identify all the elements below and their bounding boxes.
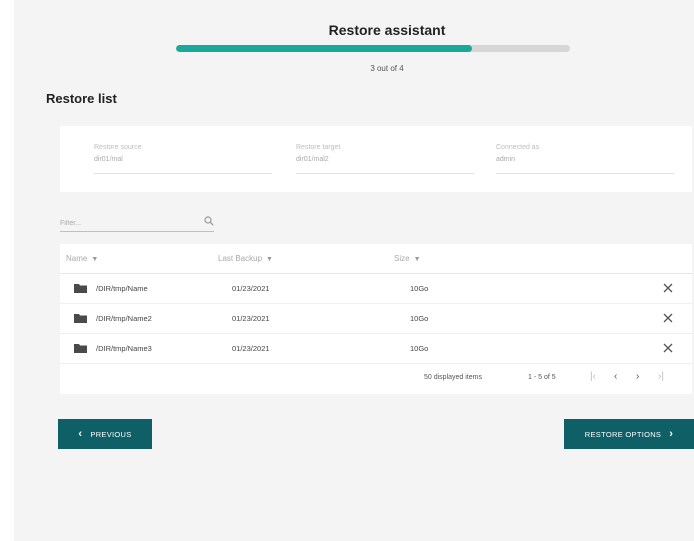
close-icon[interactable] (662, 282, 674, 294)
row-size: 10Go (410, 344, 429, 353)
table-row[interactable]: /DIR/tmp/Name2 01/23/2021 10Go (60, 304, 692, 334)
page-range: 1 - 5 of 5 (528, 374, 556, 381)
restore-source-value: dir01/mal (94, 156, 123, 163)
sort-arrow-icon: ▼ (91, 256, 99, 263)
progress-fill (176, 45, 472, 52)
next-page-icon[interactable]: › (636, 371, 639, 382)
previous-button[interactable]: ‹ PREVIOUS (58, 419, 152, 449)
column-header-size[interactable]: Size ▼ (394, 254, 421, 263)
wizard-header: Restore assistant 3 out of 4 (14, 0, 694, 80)
displayed-items-count: 50 displayed items (424, 374, 482, 381)
prev-page-icon[interactable]: ‹ (614, 371, 617, 382)
restore-target-value: dir01/mal2 (296, 156, 329, 163)
restore-source-label: Restore source (94, 144, 142, 151)
restore-target-field[interactable]: Restore target dir01/mal2 (296, 144, 474, 174)
row-last-backup: 01/23/2021 (232, 344, 270, 353)
pagination: 50 displayed items 1 - 5 of 5 |‹ ‹ › ›| (60, 364, 692, 394)
connected-as-value: admin (496, 156, 516, 163)
restore-target-label: Restore target (296, 144, 341, 151)
column-last-backup-label: Last Backup (218, 254, 263, 263)
row-name: /DIR/tmp/Name3 (96, 344, 152, 353)
progress-bar (176, 45, 570, 52)
section-title: Restore list (46, 91, 117, 106)
restore-options-button[interactable]: RESTORE OPTIONS › (564, 419, 694, 449)
filter-input[interactable] (60, 214, 190, 227)
step-indicator: 3 out of 4 (370, 64, 404, 73)
restore-table: Name ▼ Last Backup ▼ Size ▼ /DIR/tmp/Name 0… (60, 244, 692, 394)
folder-icon (74, 284, 87, 293)
folder-icon (74, 344, 87, 353)
last-page-icon[interactable]: ›| (658, 371, 664, 382)
folder-icon (74, 314, 87, 323)
filter-box (60, 212, 214, 232)
column-header-last-backup[interactable]: Last Backup ▼ (218, 254, 273, 263)
table-row[interactable]: /DIR/tmp/Name3 01/23/2021 10Go (60, 334, 692, 364)
column-header-name[interactable]: Name ▼ (66, 254, 98, 263)
restore-options-button-label: RESTORE OPTIONS (584, 429, 662, 439)
column-size-label: Size (394, 254, 410, 263)
table-row[interactable]: /DIR/tmp/Name 01/23/2021 10Go (60, 274, 692, 304)
row-name: /DIR/tmp/Name2 (96, 314, 152, 323)
assistant-title: Restore assistant (328, 22, 446, 38)
table-header: Name ▼ Last Backup ▼ Size ▼ (60, 244, 692, 274)
chevron-right-icon: › (669, 428, 674, 440)
restore-source-field[interactable]: Restore source dir01/mal (94, 144, 272, 174)
column-name-label: Name (66, 254, 88, 263)
sort-arrow-icon: ▼ (413, 256, 421, 263)
connected-as-field[interactable]: Connected as admin (496, 144, 674, 174)
row-last-backup: 01/23/2021 (232, 314, 270, 323)
page: Restore assistant 3 out of 4 Restore lis… (14, 0, 694, 541)
connected-as-label: Connected as (496, 144, 540, 151)
restore-info-card: Restore source dir01/mal Restore target … (60, 126, 692, 192)
close-icon[interactable] (662, 342, 674, 354)
row-last-backup: 01/23/2021 (232, 284, 270, 293)
first-page-icon[interactable]: |‹ (590, 371, 596, 382)
sort-arrow-icon: ▼ (266, 256, 273, 263)
row-size: 10Go (410, 314, 429, 323)
search-icon[interactable] (204, 216, 214, 226)
row-name: /DIR/tmp/Name (96, 284, 148, 293)
chevron-left-icon: ‹ (78, 428, 83, 440)
previous-button-label: PREVIOUS (90, 429, 132, 439)
close-icon[interactable] (662, 312, 674, 324)
row-size: 10Go (410, 284, 429, 293)
